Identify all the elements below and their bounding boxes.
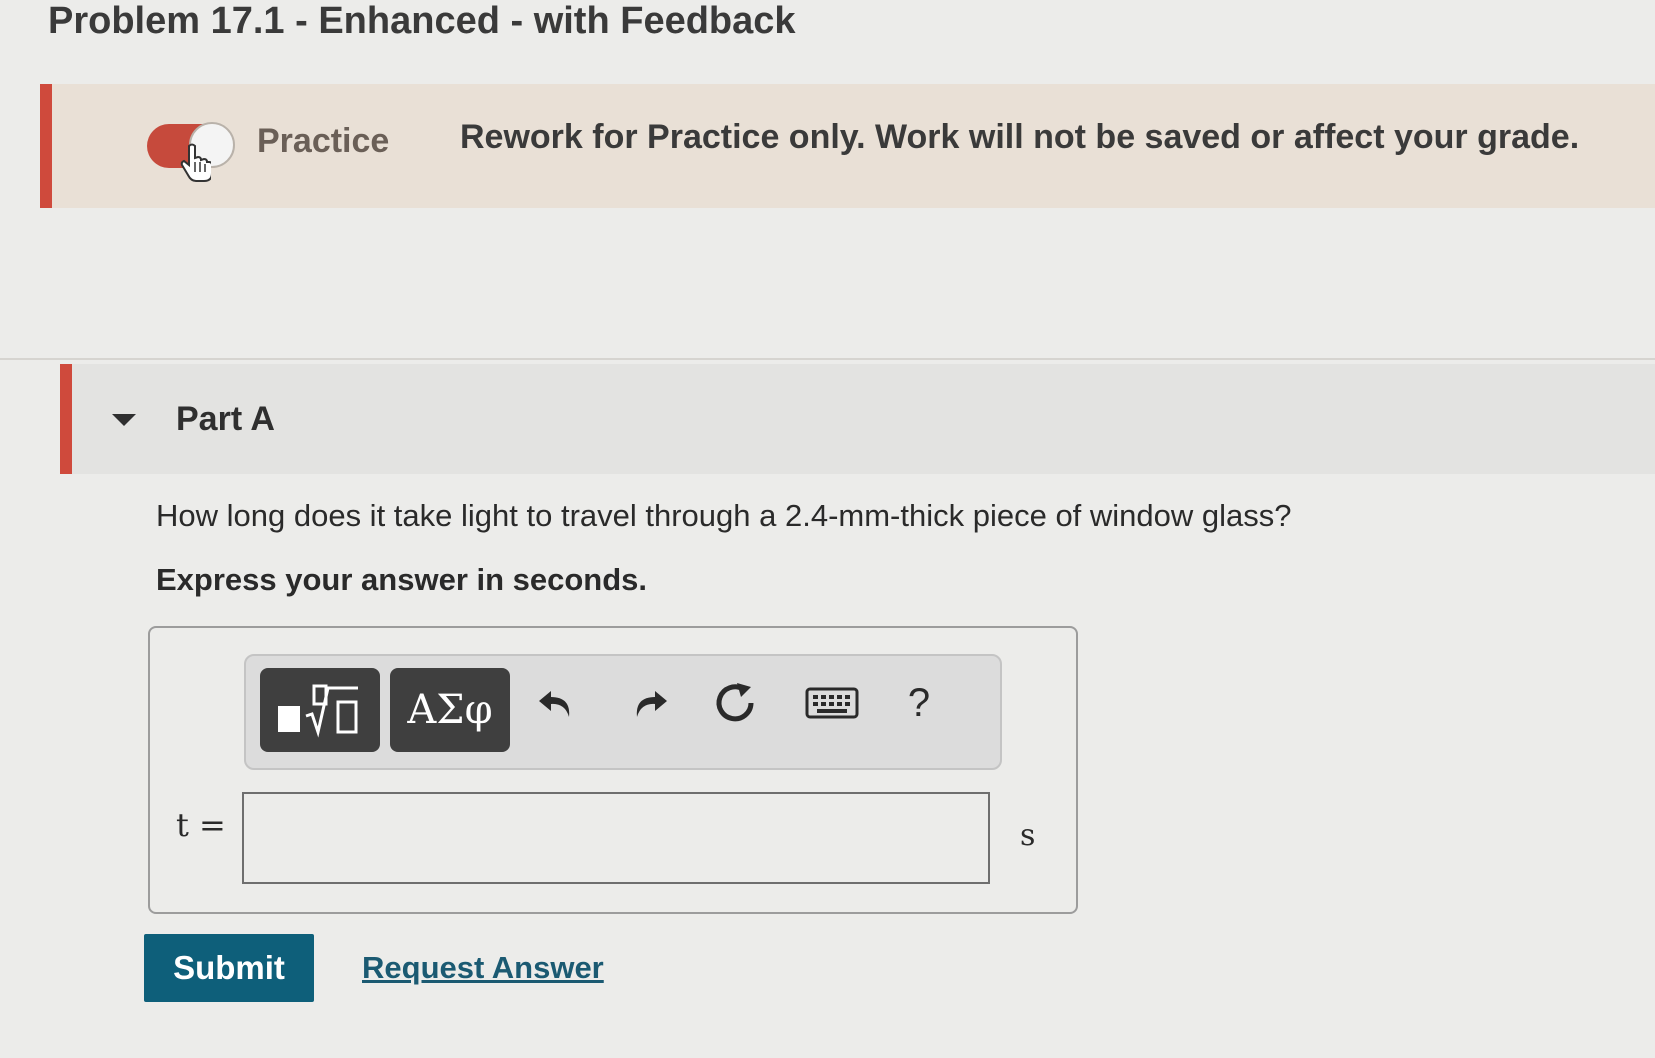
help-button[interactable]: ? — [894, 678, 944, 728]
symbols-button[interactable]: ΑΣφ — [390, 668, 510, 752]
question-text: How long does it take light to travel th… — [156, 498, 1292, 533]
part-header[interactable]: Part A — [60, 364, 1655, 474]
variable-label: t = — [176, 806, 226, 844]
unit-label: s — [1020, 818, 1036, 853]
answer-input[interactable] — [242, 792, 990, 884]
answer-instruction: Express your answer in seconds. — [156, 562, 648, 597]
undo-button[interactable] — [532, 678, 582, 728]
practice-toggle[interactable] — [147, 122, 235, 182]
keyboard-button[interactable] — [802, 678, 862, 728]
part-title: Part A — [176, 400, 275, 438]
templates-button[interactable] — [260, 668, 380, 752]
practice-label: Practice — [257, 122, 390, 160]
reset-icon — [716, 683, 754, 722]
submit-button[interactable]: Submit — [144, 934, 314, 1002]
request-answer-link[interactable]: Request Answer — [362, 950, 604, 986]
redo-icon — [636, 691, 667, 717]
practice-banner: Practice Rework for Practice only. Work … — [40, 84, 1655, 208]
reset-button[interactable] — [710, 678, 760, 728]
redo-button[interactable] — [624, 678, 674, 728]
templates-icon — [278, 684, 358, 738]
section-divider — [0, 358, 1655, 360]
hand-pointer-icon — [180, 143, 211, 182]
answer-panel: ΑΣφ ? t = s — [148, 626, 1078, 914]
practice-message: Rework for Practice only. Work will not … — [460, 118, 1580, 156]
math-toolbar: ΑΣφ ? — [244, 654, 1002, 770]
undo-icon — [539, 691, 570, 717]
keyboard-icon — [805, 687, 859, 719]
page-title: Problem 17.1 - Enhanced - with Feedback — [48, 0, 796, 42]
collapse-caret-icon[interactable] — [110, 412, 138, 428]
